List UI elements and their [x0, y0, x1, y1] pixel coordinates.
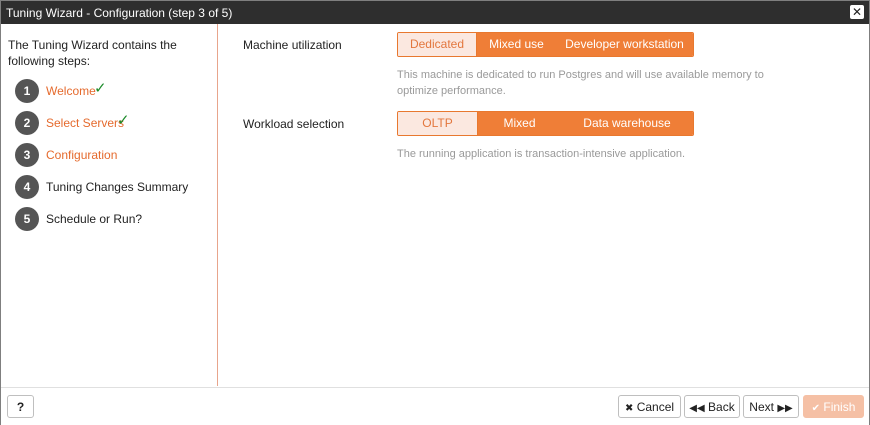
forward-icon: ▶▶ — [777, 403, 793, 414]
cancel-label: Cancel — [636, 400, 675, 414]
machine-utilization-label: Machine utilization — [243, 38, 342, 52]
step-label: Tuning Changes Summary — [46, 180, 189, 194]
step-label: Select Servers — [46, 116, 125, 130]
tuning-wizard-dialog: Tuning Wizard - Configuration (step 3 of… — [0, 0, 870, 425]
close-icon[interactable]: ✕ — [850, 5, 864, 19]
help-label: ? — [16, 400, 25, 414]
step-number: 3 — [15, 143, 39, 167]
step-number: 2 — [15, 111, 39, 135]
title-bar: Tuning Wizard - Configuration (step 3 of… — [1, 1, 869, 24]
back-button[interactable]: ◀◀ Back — [684, 395, 740, 418]
option-mixed[interactable]: Mixed — [478, 112, 561, 135]
workload-selection-help: The running application is transaction-i… — [397, 148, 686, 160]
step-label: Configuration — [46, 148, 118, 162]
help-button[interactable]: ? — [7, 395, 34, 418]
next-label: Next — [749, 400, 774, 414]
dialog-title: Tuning Wizard - Configuration (step 3 of… — [6, 6, 233, 20]
configuration-panel: Machine utilization Dedicated Mixed use … — [218, 24, 869, 386]
checkmark-icon: ✓ — [117, 111, 130, 129]
dialog-footer: ? ✖ Cancel ◀◀ Back Next ▶▶ ✔ Finish — [1, 387, 869, 425]
option-data-warehouse[interactable]: Data warehouse — [561, 112, 693, 135]
next-button[interactable]: Next ▶▶ — [743, 395, 799, 418]
wizard-steps-sidebar: The Tuning Wizard contains the following… — [1, 24, 218, 386]
option-oltp[interactable]: OLTP — [398, 112, 478, 135]
back-label: Back — [708, 400, 735, 414]
backward-icon: ◀◀ — [689, 403, 705, 414]
step-welcome: 1 Welcome ✓ — [15, 79, 215, 103]
step-number: 5 — [15, 207, 39, 231]
finish-label: Finish — [823, 400, 856, 414]
steps-intro: The Tuning Wizard contains the following… — [8, 38, 177, 68]
check-icon: ✔ — [811, 403, 821, 414]
step-number: 1 — [15, 79, 39, 103]
step-tuning-changes-summary: 4 Tuning Changes Summary — [15, 175, 215, 199]
step-label: Schedule or Run? — [46, 212, 143, 226]
times-icon: ✖ — [624, 403, 634, 414]
step-number: 4 — [15, 175, 39, 199]
step-schedule-or-run: 5 Schedule or Run? — [15, 207, 215, 231]
step-configuration: 3 Configuration — [15, 143, 215, 167]
finish-button[interactable]: ✔ Finish — [803, 395, 864, 418]
cancel-button[interactable]: ✖ Cancel — [618, 395, 681, 418]
workload-selection-label: Workload selection — [243, 117, 345, 131]
option-mixed-use[interactable]: Mixed use — [477, 33, 556, 56]
checkmark-icon: ✓ — [94, 79, 107, 97]
option-dedicated[interactable]: Dedicated — [398, 33, 477, 56]
machine-utilization-toggle: Dedicated Mixed use Developer workstatio… — [397, 32, 694, 57]
workload-selection-toggle: OLTP Mixed Data warehouse — [397, 111, 694, 136]
option-developer-workstation[interactable]: Developer workstation — [556, 33, 693, 56]
step-label: Welcome — [46, 84, 96, 98]
step-select-servers: 2 Select Servers ✓ — [15, 111, 215, 135]
machine-utilization-help: This machine is dedicated to run Postgre… — [397, 69, 764, 97]
